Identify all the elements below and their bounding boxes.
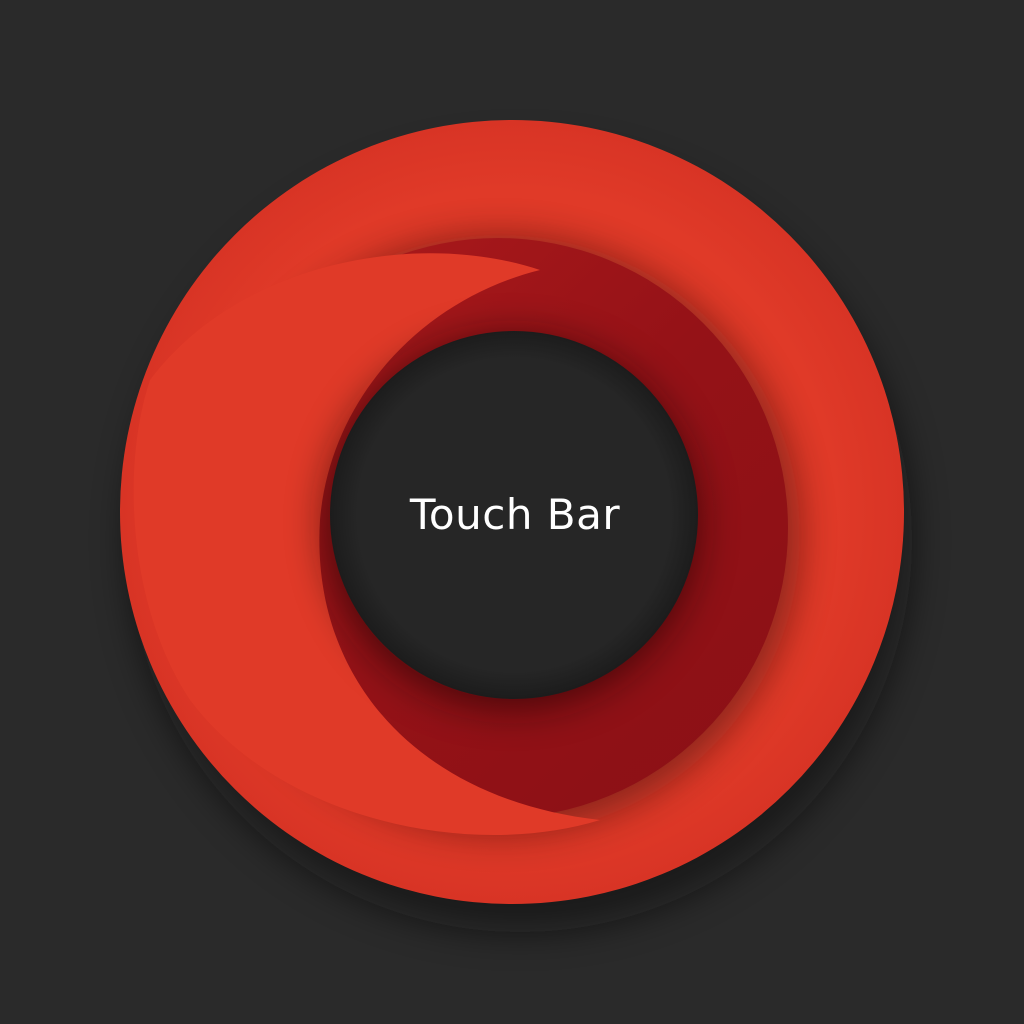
app-icon-canvas: Touch Bar xyxy=(0,0,1024,1024)
app-title: Touch Bar xyxy=(409,490,621,539)
